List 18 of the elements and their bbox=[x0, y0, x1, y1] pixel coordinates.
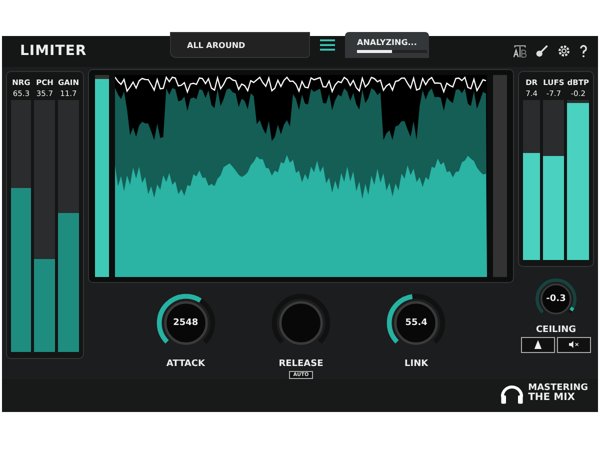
preset-selector[interactable]: ALL AROUND bbox=[170, 32, 310, 58]
knob-label: LINK bbox=[404, 358, 428, 369]
clip-button[interactable] bbox=[521, 336, 555, 353]
knob-label: RELEASE bbox=[278, 358, 324, 369]
menu-icon[interactable] bbox=[320, 39, 335, 52]
logo-text: MASTERING bbox=[528, 384, 588, 393]
brush-icon[interactable] bbox=[535, 44, 549, 58]
ceiling-label: CEILING bbox=[536, 324, 576, 335]
mute-icon bbox=[569, 340, 579, 350]
ab-compare-icon[interactable] bbox=[513, 44, 527, 58]
settings-icon[interactable] bbox=[557, 44, 571, 58]
logo-text: THE MIX bbox=[528, 392, 576, 403]
mute-button[interactable] bbox=[557, 336, 591, 353]
plugin-title: LIMITER bbox=[20, 43, 88, 60]
analyze-button[interactable]: ANALYZING... bbox=[345, 32, 429, 58]
help-icon[interactable] bbox=[579, 44, 588, 58]
knob-label: ATTACK bbox=[166, 358, 205, 369]
triangle-icon bbox=[533, 340, 543, 350]
